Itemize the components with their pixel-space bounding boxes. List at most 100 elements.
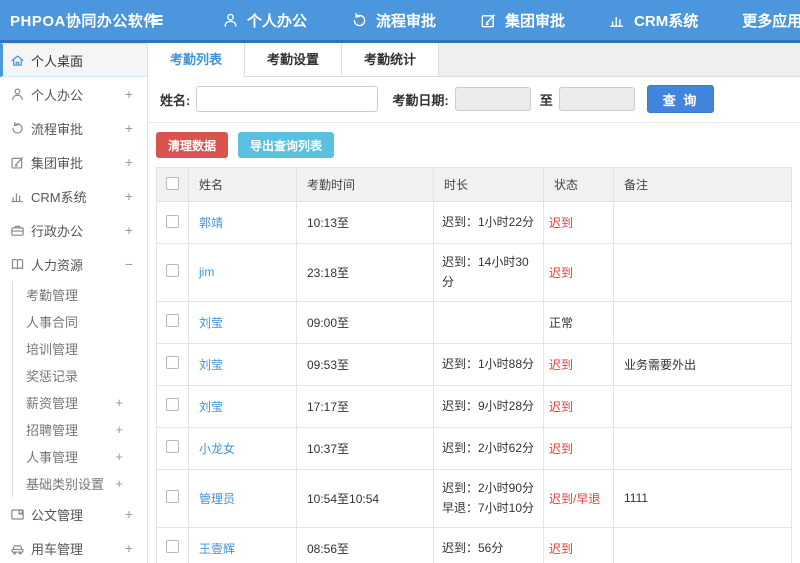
hamburger-icon — [148, 11, 166, 29]
sidebar-subitem-attendance-mgmt[interactable]: 考勤管理 — [13, 281, 147, 308]
row-checkbox[interactable] — [166, 356, 179, 370]
expand-plus-icon[interactable]: + — [125, 120, 133, 136]
expand-plus-icon[interactable]: + — [125, 506, 133, 522]
expand-plus-icon[interactable]: + — [115, 449, 123, 464]
column-header: 时长 — [433, 167, 544, 202]
topnav-item-group-approval[interactable]: 集团审批 — [480, 10, 565, 31]
date-to-label: 至 — [539, 92, 553, 108]
row-checkbox[interactable] — [166, 490, 179, 504]
row-checkbox[interactable] — [166, 214, 179, 228]
attendance-time-cell: 10:37至 — [296, 426, 434, 470]
attendance-time-cell: 10:13至 — [296, 201, 434, 244]
sidebar-subitem-training-mgmt[interactable]: 培训管理 — [13, 335, 147, 362]
menu-toggle-button[interactable] — [148, 11, 166, 29]
topnav-item-more-apps[interactable]: 更多应用 — [742, 10, 800, 31]
tab-bar: 考勤列表 考勤设置 考勤统计 — [148, 43, 800, 77]
sidebar-item-workflow-approval[interactable]: 流程审批 + — [0, 111, 147, 145]
expand-plus-icon[interactable]: + — [115, 422, 123, 437]
row-checkbox[interactable] — [166, 314, 179, 328]
tab-attendance-stats[interactable]: 考勤统计 — [342, 43, 440, 76]
actions-bar: 清理数据 导出查询列表 — [148, 123, 800, 167]
sidebar-subitem-salary-mgmt[interactable]: 薪资管理 + — [13, 389, 147, 416]
sidebar-subitem-hr-contract[interactable]: 人事合同 — [13, 308, 147, 335]
sidebar-item-personal-desktop[interactable]: 个人桌面 — [0, 43, 147, 77]
sidebar-item-label: 个人办公 — [31, 87, 84, 103]
employee-name-link[interactable]: 管理员 — [199, 492, 235, 506]
date-to-input[interactable] — [558, 87, 635, 111]
user-icon — [9, 87, 26, 102]
name-filter-input[interactable] — [196, 86, 379, 112]
topnav-item-label: 流程审批 — [376, 12, 437, 30]
date-from-input[interactable] — [454, 87, 531, 111]
column-header: 姓名 — [188, 167, 297, 202]
attendance-time-cell: 10:54至10:54 — [296, 468, 434, 528]
sidebar-item-group-approval[interactable]: 集团审批 + — [0, 145, 147, 179]
home-icon — [9, 53, 26, 68]
topnav-item-crm[interactable]: CRM系统 — [609, 10, 698, 31]
status-badge: 迟到 — [543, 243, 614, 302]
employee-name-link[interactable]: 刘莹 — [199, 316, 223, 330]
row-checkbox[interactable] — [166, 264, 179, 278]
note-cell — [613, 526, 792, 563]
sidebar-subitem-label: 基础类别设置 — [26, 477, 105, 492]
sidebar-item-label: CRM系统 — [31, 189, 87, 205]
sidebar-subitem-base-category[interactable]: 基础类别设置 + — [13, 470, 147, 497]
topnav-item-label: 更多应用 — [742, 12, 800, 30]
employee-name-link[interactable]: 郭靖 — [199, 216, 223, 230]
duration-cell: 迟到：14小时30分 — [433, 243, 544, 302]
table-row: 刘莹 17:17至 迟到：9小时28分 迟到 — [156, 384, 792, 428]
employee-name-link[interactable]: 刘莹 — [199, 358, 223, 372]
attendance-time-cell: 09:00至 — [296, 300, 434, 344]
sidebar-submenu-hr: 考勤管理 人事合同 培训管理 奖惩记录 薪资管理 + 招聘管理 + 人事管理 + 基础类别设置 + — [12, 281, 147, 497]
table-row: jim 23:18至 迟到：14小时30分 迟到 — [156, 243, 792, 302]
topnav-item-workflow-approval[interactable]: 流程审批 — [351, 10, 436, 31]
employee-name-link[interactable]: 小龙女 — [199, 442, 235, 456]
export-list-button[interactable]: 导出查询列表 — [238, 132, 335, 158]
top-navigation: 个人办公 流程审批 集团审批 CRM系统 更多应用 — [166, 10, 800, 31]
expand-plus-icon[interactable]: + — [125, 154, 133, 170]
car-icon — [9, 541, 26, 556]
status-badge: 迟到 — [543, 384, 614, 428]
collapse-minus-icon[interactable]: − — [125, 256, 133, 272]
sidebar-item-hr[interactable]: 人力资源 − — [0, 247, 147, 281]
tab-attendance-setup[interactable]: 考勤设置 — [245, 43, 343, 76]
topnav-item-label: 个人办公 — [247, 12, 308, 30]
status-badge: 迟到 — [543, 426, 614, 470]
select-all-checkbox[interactable] — [166, 176, 179, 190]
duration-cell: 迟到：1小时88分 — [433, 342, 544, 386]
briefcase-icon — [9, 223, 26, 238]
expand-plus-icon[interactable]: + — [125, 222, 133, 238]
tab-attendance-list[interactable]: 考勤列表 — [148, 43, 246, 77]
sidebar-item-personal-office[interactable]: 个人办公 + — [0, 77, 147, 111]
sidebar-item-doc-mgmt[interactable]: 公文管理 + — [0, 497, 147, 531]
app-title: PHPOA协同办公软件 — [10, 12, 159, 30]
sidebar-item-crm[interactable]: CRM系统 + — [0, 179, 147, 213]
employee-name-link[interactable]: 刘莹 — [199, 400, 223, 414]
row-checkbox[interactable] — [166, 440, 179, 454]
duration-cell: 迟到：56分 — [433, 526, 544, 563]
expand-plus-icon[interactable]: + — [115, 395, 123, 410]
row-checkbox[interactable] — [166, 540, 179, 554]
workflow-icon — [9, 121, 26, 136]
sidebar-subitem-recruit-mgmt[interactable]: 招聘管理 + — [13, 416, 147, 443]
expand-plus-icon[interactable]: + — [125, 86, 133, 102]
topnav-item-personal-office[interactable]: 个人办公 — [222, 10, 307, 31]
expand-plus-icon[interactable]: + — [125, 188, 133, 204]
employee-name-link[interactable]: jim — [199, 265, 214, 279]
column-header: 考勤时间 — [296, 167, 434, 202]
employee-name-link[interactable]: 王壹辉 — [199, 542, 235, 556]
clear-data-button[interactable]: 清理数据 — [156, 132, 229, 158]
filter-bar: 姓名: 考勤日期: 至 查 询 — [148, 77, 800, 123]
expand-plus-icon[interactable]: + — [115, 476, 123, 491]
sidebar-subitem-reward-punish[interactable]: 奖惩记录 — [13, 362, 147, 389]
sidebar-item-vehicle-mgmt[interactable]: 用车管理 + — [0, 531, 147, 563]
row-checkbox[interactable] — [166, 398, 179, 412]
sidebar-subitem-personnel-mgmt[interactable]: 人事管理 + — [13, 443, 147, 470]
duration-cell: 迟到：2小时90分 早退：7小时10分 — [433, 468, 544, 528]
query-button[interactable]: 查 询 — [646, 85, 715, 113]
status-badge: 迟到 — [543, 342, 614, 386]
sidebar-item-admin-office[interactable]: 行政办公 + — [0, 213, 147, 247]
note-cell: 业务需要外出 — [613, 342, 792, 386]
expand-plus-icon[interactable]: + — [125, 540, 133, 556]
main-content: 考勤列表 考勤设置 考勤统计 姓名: 考勤日期: 至 查 询 清理数据 导出查询列表… — [148, 43, 800, 563]
